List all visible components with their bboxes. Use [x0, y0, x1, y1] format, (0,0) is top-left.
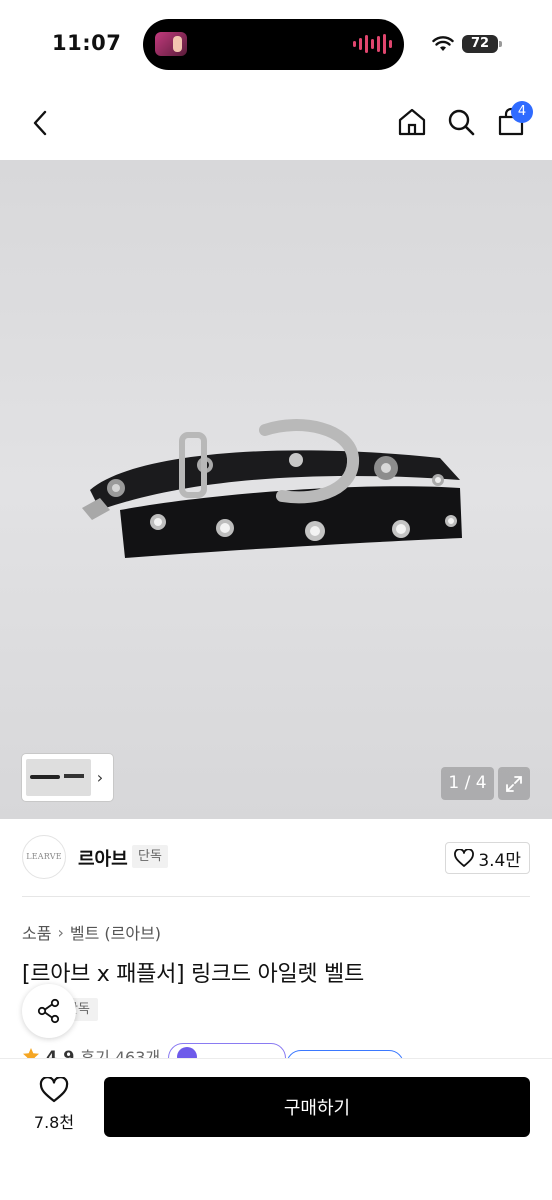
product-photo-belt	[82, 419, 462, 558]
product-title: [르아브 x 패플서] 링크드 아일렛 벨트	[22, 962, 364, 987]
brand-row: LEARVE 르아브 단독 3.4만	[22, 832, 530, 882]
expand-icon	[506, 775, 522, 792]
chevron-left-icon	[33, 110, 47, 136]
brand-like-count: 3.4만	[478, 850, 521, 871]
battery-indicator: 72	[462, 35, 502, 53]
heart-icon	[39, 1077, 69, 1103]
product-image-gallery[interactable]: › 1 / 4	[0, 160, 552, 819]
heart-icon	[454, 849, 475, 867]
breadcrumb-item[interactable]: 벨트 (르아브)	[70, 920, 161, 944]
thumbnail-image[interactable]	[26, 759, 91, 796]
cart-count-badge: 4	[511, 101, 533, 123]
wishlist-button[interactable]: 7.8천	[22, 1077, 86, 1141]
expand-image-button[interactable]	[498, 767, 530, 800]
share-icon	[37, 998, 60, 1024]
bottom-action-bar: 7.8천 구매하기	[0, 1058, 552, 1200]
breadcrumb: 소품 › 벨트 (르아브)	[22, 920, 161, 944]
home-button[interactable]	[394, 104, 430, 140]
breadcrumb-item[interactable]: 소품	[22, 920, 51, 944]
top-nav-bar: 4	[0, 88, 552, 160]
search-button[interactable]	[443, 104, 479, 140]
buy-button[interactable]: 구매하기	[104, 1077, 530, 1137]
home-icon	[398, 108, 426, 136]
brand-like-button[interactable]: 3.4만	[445, 842, 530, 874]
brand-name[interactable]: 르아브	[78, 845, 128, 871]
search-icon	[448, 109, 475, 136]
chevron-right-icon: ›	[57, 922, 64, 942]
back-button[interactable]	[22, 105, 58, 141]
section-divider	[22, 896, 530, 897]
audio-wave-icon	[353, 34, 392, 54]
thumbnail-strip[interactable]: ›	[22, 754, 113, 801]
wifi-icon	[432, 36, 454, 51]
brand-exclusive-badge: 단독	[132, 845, 168, 868]
wishlist-count: 7.8천	[33, 1113, 75, 1132]
product-detail-screen: 11:07 72 4 › 1 / 4 LEARVE 르아브 단독 3.4만 소품…	[0, 0, 552, 1200]
cart-button[interactable]: 4	[493, 101, 533, 140]
now-playing-icon	[155, 32, 187, 56]
image-page-counter: 1 / 4	[441, 767, 494, 800]
status-time: 11:07	[52, 31, 122, 55]
chevron-right-icon[interactable]: ›	[91, 768, 109, 787]
dynamic-island[interactable]	[143, 19, 404, 70]
status-bar: 11:07 72	[0, 0, 552, 88]
brand-logo[interactable]: LEARVE	[22, 835, 66, 879]
share-button[interactable]	[22, 984, 76, 1038]
